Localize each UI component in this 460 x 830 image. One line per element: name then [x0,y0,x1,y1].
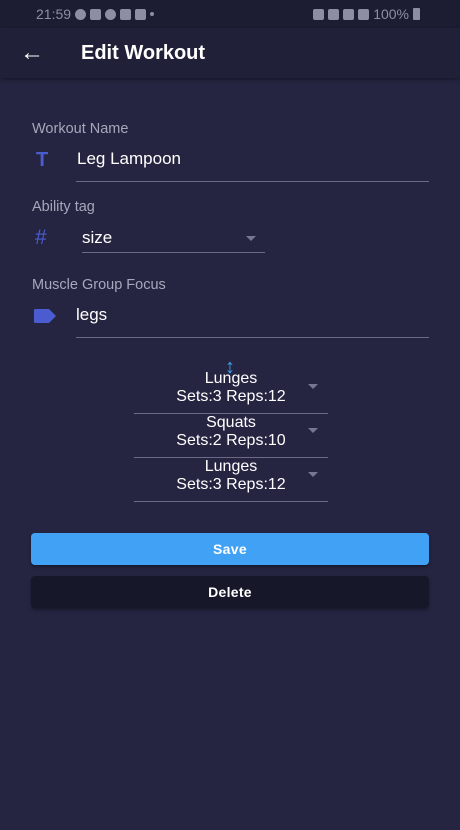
messenger-icon [90,8,102,20]
label-icon [34,309,56,323]
ability-tag-select[interactable]: size [82,227,112,249]
muscle-group-underline [76,337,429,338]
chevron-down-icon[interactable] [308,428,318,433]
exercise-name: Squats [206,414,256,431]
arrow-left-icon: ← [20,39,44,66]
notification-icon [135,8,147,20]
chevron-down-icon[interactable] [308,472,318,477]
chevron-down-icon[interactable] [246,236,256,241]
status-time: 21:59 [36,6,72,22]
key-icon [313,8,325,20]
app-bar: ← Edit Workout [0,28,460,78]
mail-icon [105,8,117,20]
muscle-group-input[interactable]: legs [76,304,107,326]
whatsapp-icon [75,8,87,20]
exercise-detail: Sets:2 Reps:10 [176,432,286,449]
alarm-icon [328,8,340,20]
status-left: 21:59 [36,6,155,22]
back-button[interactable]: ← [18,40,46,66]
muscle-group-label: Muscle Group Focus [32,277,166,293]
chat-icon [120,8,132,20]
more-notifications-icon [150,12,155,16]
save-button[interactable]: Save [31,533,429,565]
ability-tag-label: Ability tag [32,199,95,215]
hash-icon: # [35,226,47,249]
exercise-item[interactable]: Lunges Sets:3 Reps:12 [134,370,328,414]
status-right: 100% [313,6,420,22]
exercise-underline [134,501,328,502]
exercise-name: Lunges [204,370,258,387]
workout-name-underline [76,181,429,182]
status-bar: 21:59 100% [0,0,460,28]
delete-button[interactable]: Delete [31,576,429,608]
page-title: Edit Workout [81,42,206,64]
wifi-icon [343,8,355,20]
exercise-detail: Sets:3 Reps:12 [176,476,286,493]
exercise-item[interactable]: Squats Sets:2 Reps:10 [134,414,328,458]
chevron-down-icon[interactable] [308,384,318,389]
exercise-name: Lunges [204,458,258,475]
signal-icon [358,8,370,20]
exercise-detail: Sets:3 Reps:12 [176,388,286,405]
ability-tag-underline [82,252,265,253]
exercise-item[interactable]: Lunges Sets:3 Reps:12 [134,458,328,502]
workout-name-input[interactable]: Leg Lampoon [77,148,181,170]
text-icon: T [36,149,49,171]
workout-name-label: Workout Name [32,121,129,137]
battery-icon [413,8,420,20]
battery-percent: 100% [373,6,409,22]
